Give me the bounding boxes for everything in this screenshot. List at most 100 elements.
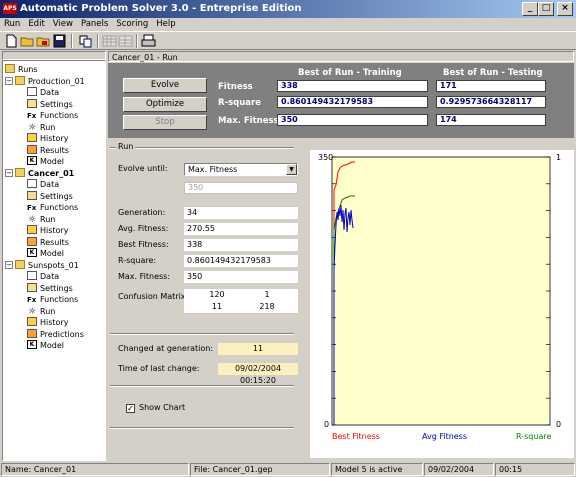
model-icon: K bbox=[27, 248, 37, 257]
title-bar: APS Automatic Problem Solver 3.0 - Entre… bbox=[0, 0, 576, 18]
window-title: Automatic Problem Solver 3.0 - Entrepris… bbox=[20, 3, 302, 14]
tree-item[interactable]: Predictions bbox=[27, 328, 84, 340]
chevron-down-icon[interactable]: ▼ bbox=[286, 164, 297, 175]
avg-fitness-label: Avg. Fitness: bbox=[118, 224, 169, 233]
menu-scoring[interactable]: Scoring bbox=[112, 18, 152, 31]
show-chart-checkbox[interactable]: ✓ bbox=[126, 404, 135, 413]
collapse-toggle[interactable]: − bbox=[5, 169, 13, 177]
menu-run[interactable]: Run bbox=[0, 18, 24, 31]
model-icon: K bbox=[27, 340, 37, 349]
folder-icon bbox=[15, 259, 25, 269]
y-right-min-label: 0 bbox=[556, 420, 561, 429]
tree-project[interactable]: Production_01 bbox=[15, 75, 85, 87]
tree-item-label: History bbox=[40, 134, 69, 143]
tree-item-label: Data bbox=[40, 88, 60, 97]
print-icon[interactable] bbox=[141, 34, 156, 48]
menu-edit[interactable]: Edit bbox=[24, 18, 48, 31]
rsquare-label: R-square bbox=[218, 98, 261, 108]
folder-icon bbox=[5, 64, 15, 73]
tree-item[interactable]: K Model bbox=[27, 248, 64, 259]
new-file-icon[interactable] bbox=[4, 34, 19, 48]
tree-item[interactable]: Fx Functions bbox=[27, 294, 78, 305]
tree-item[interactable]: ☼ Run bbox=[27, 122, 55, 133]
tree-item-label: Functions bbox=[40, 203, 79, 212]
tree-item[interactable]: History bbox=[27, 225, 68, 236]
plot-area bbox=[331, 156, 551, 426]
confusion-cell: 1 bbox=[264, 290, 270, 299]
functions-icon: Fx bbox=[27, 112, 37, 120]
tree-item[interactable]: Fx Functions bbox=[27, 202, 78, 213]
changed-at-value: 11 bbox=[218, 343, 298, 355]
save-icon[interactable] bbox=[52, 34, 67, 48]
tree-item[interactable]: Data bbox=[27, 87, 59, 98]
tree-item[interactable]: K Model bbox=[27, 156, 64, 167]
maximize-button[interactable]: □ bbox=[538, 2, 554, 16]
tree-item-label: History bbox=[40, 318, 69, 327]
tree-root-label: Runs bbox=[18, 65, 38, 74]
testing-header: Best of Run - Testing bbox=[443, 68, 543, 78]
tree-item-label: Results bbox=[40, 145, 69, 155]
fitness-label: Fitness bbox=[218, 82, 253, 92]
show-chart-label[interactable]: Show Chart bbox=[139, 402, 185, 414]
max-fitness-label: Max. Fitness bbox=[218, 116, 279, 126]
tree-item[interactable]: Results bbox=[27, 236, 69, 248]
stop-button[interactable]: Stop bbox=[123, 115, 207, 130]
tree-item[interactable]: ☼ Run bbox=[27, 214, 55, 225]
tree-item[interactable]: History bbox=[27, 317, 68, 328]
toolbar bbox=[0, 31, 576, 50]
tree-root[interactable]: Runs bbox=[5, 64, 38, 75]
open-folder-icon[interactable] bbox=[20, 34, 35, 48]
settings-icon bbox=[27, 190, 37, 200]
avg-fitness-value: 270.55 bbox=[184, 223, 298, 235]
project-label: Production_01 bbox=[28, 76, 85, 86]
menu-view[interactable]: View bbox=[49, 18, 77, 31]
tree-item[interactable]: Fx Functions bbox=[27, 110, 78, 121]
lightbulb-icon: ☼ bbox=[27, 306, 37, 317]
tree-project[interactable]: Sunspots_01 bbox=[15, 259, 79, 271]
evolve-until-value: Max. Fitness bbox=[188, 165, 238, 174]
tree-item[interactable]: Data bbox=[27, 179, 59, 190]
tree-item-label: Settings bbox=[40, 283, 73, 293]
generation-value: 34 bbox=[184, 207, 298, 219]
optimize-button[interactable]: Optimize bbox=[123, 97, 207, 112]
menu-panels[interactable]: Panels bbox=[77, 18, 112, 31]
copy-icon[interactable] bbox=[78, 34, 93, 48]
tree-item-label: Data bbox=[40, 180, 60, 189]
evolve-until-select[interactable]: Max. Fitness ▼ bbox=[184, 163, 298, 176]
settings-icon bbox=[27, 282, 37, 292]
evolve-until-label: Evolve until: bbox=[118, 164, 168, 173]
grid-icon bbox=[118, 35, 133, 47]
open-project-icon[interactable] bbox=[36, 34, 51, 48]
confusion-cell: 218 bbox=[259, 302, 275, 311]
collapse-toggle[interactable]: − bbox=[5, 77, 13, 85]
tree-item-label: Functions bbox=[40, 111, 79, 120]
run-group: Run Evolve until: Max. Fitness ▼ 350 Gen… bbox=[108, 141, 306, 459]
confusion-cell: 120 bbox=[209, 290, 225, 299]
tree-item[interactable]: Results bbox=[27, 144, 69, 156]
tree-item[interactable]: Settings bbox=[27, 98, 73, 110]
close-button[interactable]: × bbox=[557, 2, 573, 16]
tree-item-label: Run bbox=[40, 122, 56, 132]
menu-help[interactable]: Help bbox=[152, 18, 179, 31]
minimize-button[interactable]: _ bbox=[522, 2, 538, 16]
tree-item[interactable]: Settings bbox=[27, 282, 73, 294]
folder-icon bbox=[15, 167, 25, 177]
evolve-button[interactable]: Evolve bbox=[123, 78, 207, 93]
collapse-toggle[interactable]: − bbox=[5, 261, 13, 269]
tree-item[interactable]: ☼ Run bbox=[27, 306, 55, 317]
tree-item-label: Model bbox=[40, 249, 65, 258]
history-icon bbox=[27, 133, 37, 142]
tree-item[interactable]: K Model bbox=[27, 340, 64, 351]
tree-project[interactable]: Cancer_01 bbox=[15, 167, 74, 179]
testing-fitness: 171 bbox=[436, 80, 546, 92]
run-group-title: Run bbox=[116, 141, 136, 153]
tree-item[interactable]: Data bbox=[27, 271, 59, 282]
results-panel: Evolve Optimize Stop Best of Run - Train… bbox=[108, 63, 574, 138]
data-icon bbox=[27, 179, 37, 188]
tree-item[interactable]: History bbox=[27, 133, 68, 144]
tree-item[interactable]: Settings bbox=[27, 190, 73, 202]
predictions-icon bbox=[27, 328, 37, 338]
evolve-until-target[interactable]: 350 bbox=[184, 182, 298, 194]
tree-item-label: Data bbox=[40, 272, 60, 281]
rsquare-run-value: 0.860149432179583 bbox=[184, 255, 298, 267]
